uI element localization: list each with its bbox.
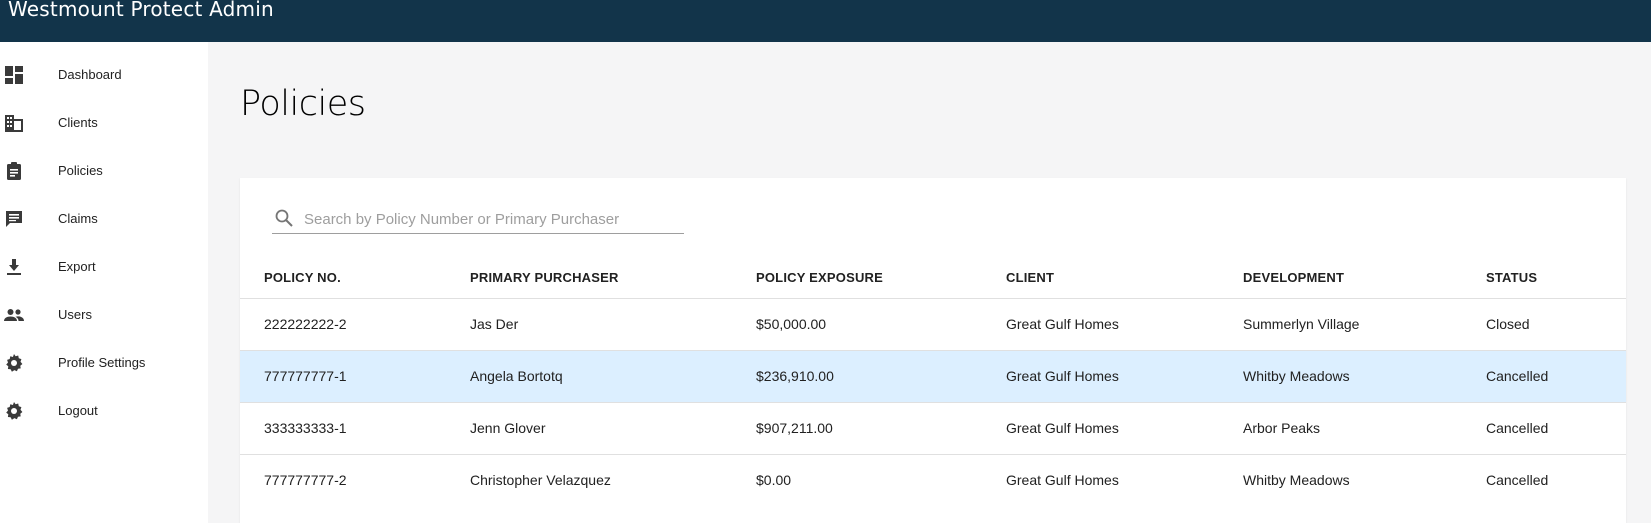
cell-policy-exposure: $50,000.00 xyxy=(756,316,827,332)
table-row[interactable]: 222222222-2 Jas Der $50,000.00 Great Gul… xyxy=(240,298,1626,350)
sidebar-item-logout[interactable]: Logout xyxy=(0,387,208,435)
page-title: Policies xyxy=(240,84,366,124)
column-header-policy-no[interactable]: POLICY NO. xyxy=(264,270,341,285)
cell-policy-no: 777777777-2 xyxy=(264,472,347,488)
cell-development: Summerlyn Village xyxy=(1243,316,1360,332)
table-row-selected[interactable]: 777777777-1 Angela Bortotq $236,910.00 G… xyxy=(240,350,1626,402)
cell-primary-purchaser: Christopher Velazquez xyxy=(470,472,611,488)
cell-client: Great Gulf Homes xyxy=(1006,368,1119,384)
search-icon xyxy=(274,208,294,228)
sidebar-item-profile-settings[interactable]: Profile Settings xyxy=(0,339,208,387)
cell-primary-purchaser: Jas Der xyxy=(470,316,519,332)
sidebar-item-claims[interactable]: Claims xyxy=(0,195,208,243)
clipboard-icon xyxy=(4,161,24,181)
cell-status: Closed xyxy=(1486,316,1530,332)
cell-policy-exposure: $907,211.00 xyxy=(756,420,833,436)
sidebar-item-export[interactable]: Export xyxy=(0,243,208,291)
download-icon xyxy=(4,257,24,277)
cell-policy-exposure: $0.00 xyxy=(756,472,792,488)
table-header: POLICY NO. PRIMARY PURCHASER POLICY EXPO… xyxy=(240,254,1626,298)
sidebar-item-label: Profile Settings xyxy=(58,355,146,370)
people-icon xyxy=(4,305,24,325)
sidebar-item-label: Export xyxy=(58,259,96,274)
cell-primary-purchaser: Angela Bortotq xyxy=(470,368,563,384)
sidebar-item-label: Policies xyxy=(58,163,103,178)
main-content: Policies POLICY NO. PRIMARY PURCHASER PO… xyxy=(208,42,1651,523)
comment-icon xyxy=(4,209,24,229)
sidebar-item-label: Claims xyxy=(58,211,98,226)
cell-development: Whitby Meadows xyxy=(1243,368,1350,384)
column-header-client[interactable]: CLIENT xyxy=(1006,270,1054,285)
cell-development: Arbor Peaks xyxy=(1243,420,1321,436)
sidebar-item-label: Dashboard xyxy=(58,67,122,82)
sidebar-item-label: Users xyxy=(58,307,92,322)
cell-client: Great Gulf Homes xyxy=(1006,316,1119,332)
sidebar-item-users[interactable]: Users xyxy=(0,291,208,339)
column-header-development[interactable]: DEVELOPMENT xyxy=(1243,270,1344,285)
sidebar-item-clients[interactable]: Clients xyxy=(0,99,208,147)
cell-policy-no: 777777777-1 xyxy=(264,368,347,384)
cell-status: Cancelled xyxy=(1486,472,1549,488)
column-header-policy-exposure[interactable]: POLICY EXPOSURE xyxy=(756,270,883,285)
search-bar xyxy=(272,206,684,234)
sidebar: Dashboard Clients Policies Claims Export… xyxy=(0,42,208,523)
cell-policy-exposure: $236,910.00 xyxy=(756,368,834,384)
table-row[interactable]: 777777777-2 Christopher Velazquez $0.00 … xyxy=(240,454,1626,506)
column-header-status[interactable]: STATUS xyxy=(1486,270,1537,285)
table-row[interactable]: 333333333-1 Jenn Glover $907,211.00 Grea… xyxy=(240,402,1626,454)
building-icon xyxy=(4,113,24,133)
cell-client: Great Gulf Homes xyxy=(1006,472,1119,488)
sidebar-item-dashboard[interactable]: Dashboard xyxy=(0,51,208,99)
gear-icon xyxy=(4,401,24,421)
cell-status: Cancelled xyxy=(1486,368,1549,384)
cell-policy-no: 333333333-1 xyxy=(264,420,347,436)
policies-card: POLICY NO. PRIMARY PURCHASER POLICY EXPO… xyxy=(240,178,1626,523)
search-input[interactable] xyxy=(304,206,680,232)
dashboard-icon xyxy=(4,65,24,85)
sidebar-item-label: Logout xyxy=(58,403,98,418)
cell-status: Cancelled xyxy=(1486,420,1549,436)
app-bar: Westmount Protect Admin xyxy=(0,0,1651,42)
app-title: Westmount Protect Admin xyxy=(8,0,274,21)
policies-table: POLICY NO. PRIMARY PURCHASER POLICY EXPO… xyxy=(240,254,1626,506)
sidebar-item-policies[interactable]: Policies xyxy=(0,147,208,195)
gear-icon xyxy=(4,353,24,373)
cell-development: Whitby Meadows xyxy=(1243,472,1350,488)
cell-primary-purchaser: Jenn Glover xyxy=(470,420,546,436)
sidebar-item-label: Clients xyxy=(58,115,98,130)
cell-policy-no: 222222222-2 xyxy=(264,316,347,332)
column-header-primary-purchaser[interactable]: PRIMARY PURCHASER xyxy=(470,270,619,285)
cell-client: Great Gulf Homes xyxy=(1006,420,1119,436)
